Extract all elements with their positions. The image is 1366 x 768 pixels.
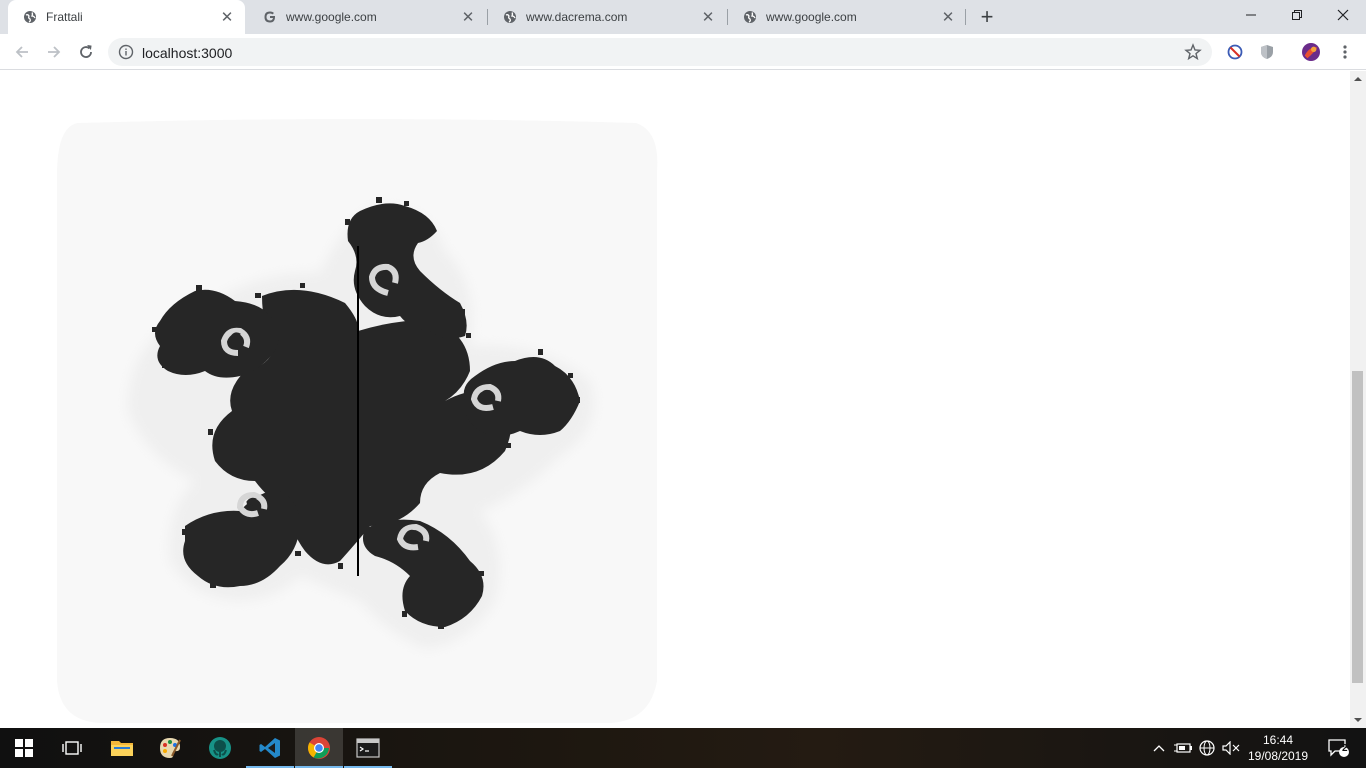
globe-network-icon: [1199, 740, 1215, 756]
blocker-extension-icon[interactable]: [1226, 43, 1244, 61]
chrome-icon: [308, 737, 330, 759]
volume-tray[interactable]: [1221, 728, 1241, 768]
task-view-icon: [62, 741, 82, 755]
volume-muted-icon: [1222, 741, 1240, 755]
show-hidden-icons-button[interactable]: [1150, 728, 1168, 768]
close-tab-icon[interactable]: ✕: [940, 9, 956, 26]
tab-title: www.dacrema.com: [526, 10, 628, 24]
chevron-up-icon: [1153, 745, 1165, 752]
clock-date: 19/08/2019: [1247, 749, 1309, 763]
tab-strip: Frattali ✕ www.google.com ✕ www.dacrema.…: [0, 0, 1366, 34]
forward-arrow-icon: [48, 46, 61, 58]
notification-count: 2: [1342, 743, 1348, 754]
scroll-up-arrow-icon[interactable]: [1354, 75, 1362, 83]
tab-dacrema[interactable]: www.dacrema.com ✕: [488, 0, 726, 34]
google-icon: [262, 9, 278, 25]
back-arrow-icon: [15, 46, 28, 58]
tab-google-1[interactable]: www.google.com ✕: [248, 0, 486, 34]
close-tab-icon[interactable]: ✕: [700, 9, 716, 26]
folder-icon: [111, 741, 133, 756]
tab-title: Frattali: [46, 10, 83, 24]
forward-button[interactable]: [42, 40, 66, 64]
restore-button[interactable]: [1274, 0, 1320, 30]
minimize-button[interactable]: [1228, 0, 1274, 30]
info-icon[interactable]: [118, 44, 134, 60]
restore-icon: [1292, 10, 1302, 20]
reload-button[interactable]: [74, 40, 98, 64]
vscode-button[interactable]: [246, 728, 294, 768]
windows-logo-icon: [15, 739, 33, 757]
url-text[interactable]: localhost:3000: [142, 45, 232, 61]
menu-kebab-icon[interactable]: [1336, 43, 1354, 61]
back-button[interactable]: [10, 40, 34, 64]
chrome-button[interactable]: [295, 728, 343, 768]
terminal-button[interactable]: [344, 728, 392, 768]
kraken-icon: [209, 737, 231, 759]
tab-title: www.google.com: [286, 10, 377, 24]
minimize-icon: [1246, 14, 1256, 16]
gitkraken-button[interactable]: [196, 728, 244, 768]
system-clock[interactable]: 16:44 19/08/2019: [1246, 732, 1310, 764]
tab-divider: [965, 9, 966, 25]
battery-plug-icon: [1174, 743, 1192, 753]
shield-extension-icon[interactable]: [1258, 43, 1276, 61]
address-bar[interactable]: localhost:3000: [108, 38, 1212, 66]
terminal-icon: [356, 738, 380, 758]
page-content: [0, 71, 1350, 728]
globe-icon: [502, 9, 518, 25]
fractal-canvas: [57, 119, 658, 723]
tab-frattali[interactable]: Frattali ✕: [8, 0, 245, 34]
vertical-scrollbar[interactable]: [1350, 71, 1366, 728]
scroll-down-arrow-icon[interactable]: [1354, 716, 1362, 724]
globe-icon: [742, 9, 758, 25]
close-icon: [1337, 9, 1349, 21]
battery-tray[interactable]: [1172, 728, 1194, 768]
task-view-button[interactable]: [48, 728, 96, 768]
profile-avatar[interactable]: [1302, 43, 1320, 61]
close-tab-icon[interactable]: ✕: [460, 9, 476, 26]
globe-icon: [22, 9, 38, 25]
vscode-icon: [259, 738, 280, 758]
windows-taskbar: 16:44 19/08/2019 2: [0, 728, 1366, 768]
new-tab-button[interactable]: +: [976, 6, 998, 28]
tab-title: www.google.com: [766, 10, 857, 24]
start-button[interactable]: [0, 728, 48, 768]
clock-time: 16:44: [1262, 733, 1294, 747]
close-window-button[interactable]: [1320, 0, 1366, 30]
file-explorer-button[interactable]: [98, 728, 146, 768]
scrollbar-thumb[interactable]: [1352, 371, 1363, 683]
action-center-button[interactable]: 2: [1318, 728, 1358, 768]
palette-icon: [160, 738, 181, 758]
network-tray[interactable]: [1197, 728, 1217, 768]
paint-button[interactable]: [146, 728, 194, 768]
tab-google-2[interactable]: www.google.com ✕: [728, 0, 966, 34]
reload-icon: [80, 45, 92, 58]
close-tab-icon[interactable]: ✕: [219, 9, 235, 26]
bookmark-star-icon[interactable]: [1184, 43, 1202, 61]
